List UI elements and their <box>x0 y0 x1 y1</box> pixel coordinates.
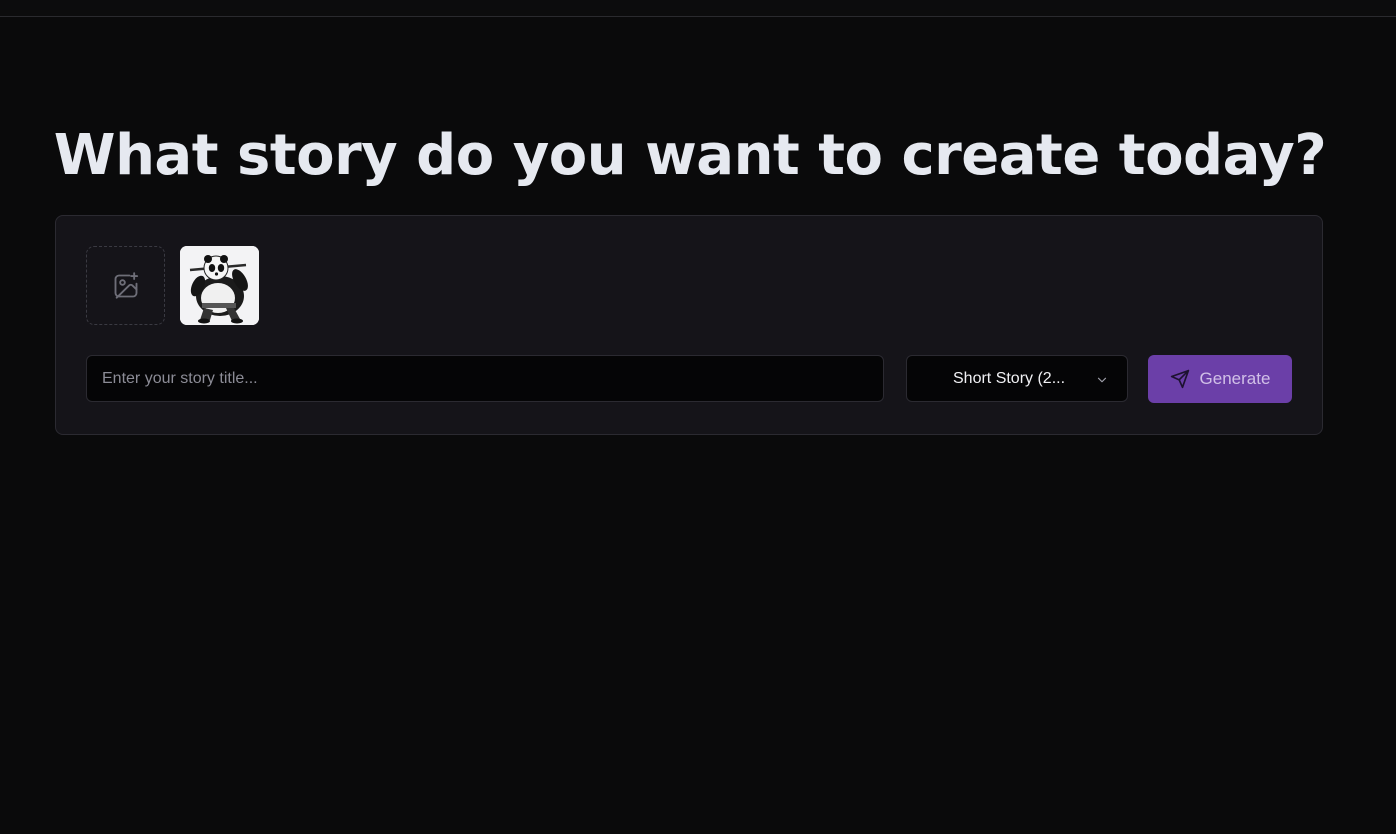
page-headline: What story do you want to create today? <box>53 123 1327 188</box>
send-icon <box>1170 369 1189 389</box>
add-image-button[interactable] <box>86 246 165 325</box>
generate-button[interactable]: Generate <box>1148 355 1292 403</box>
story-length-select[interactable]: Short Story (2... <box>906 355 1128 402</box>
story-length-selected-value: Short Story (2... <box>953 370 1066 387</box>
image-plus-icon <box>114 271 138 299</box>
uploaded-image-thumbnail[interactable] <box>180 246 259 325</box>
panda-image <box>180 246 259 325</box>
generate-button-label: Generate <box>1199 369 1271 388</box>
top-bar <box>0 0 1396 17</box>
story-title-input[interactable] <box>86 355 884 402</box>
chevron-down-icon <box>1097 377 1107 383</box>
story-composer-card: Short Story (2... Generate <box>55 215 1323 435</box>
